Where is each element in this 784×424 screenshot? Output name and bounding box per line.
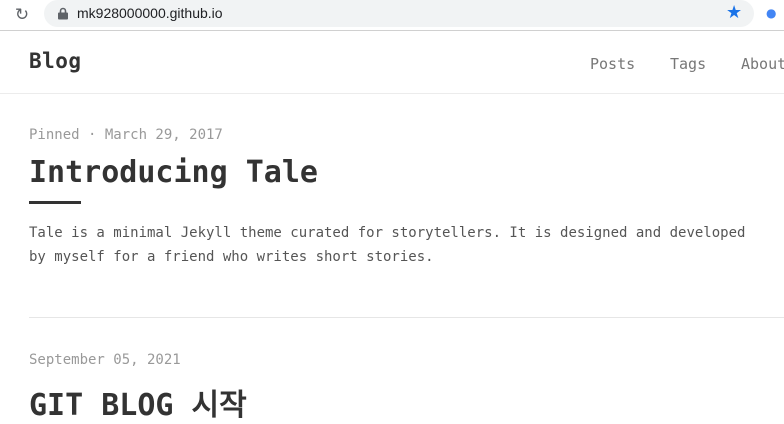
site-title[interactable]: Blog [29,49,82,73]
post-title[interactable]: Introducing Tale [29,155,318,190]
post-title[interactable]: GIT BLOG 시작 [29,380,247,424]
post-meta: Pinned · March 29, 2017 [29,127,223,143]
browser-toolbar: ↻ mk928000000.github.io ★ ● [0,0,784,30]
title-underline [29,201,81,204]
post-divider [29,317,784,318]
header-divider [0,93,784,94]
nav-about[interactable]: About [741,55,784,73]
url-text[interactable]: mk928000000.github.io [77,4,223,23]
nav-tags[interactable]: Tags [670,55,706,73]
reload-icon[interactable]: ↻ [12,5,32,25]
post-meta: September 05, 2021 [29,352,181,368]
extension-icon[interactable]: ● [766,4,784,24]
post-excerpt: Tale is a minimal Jekyll theme curated f… [29,225,746,265]
lock-icon[interactable] [57,7,69,20]
star-icon[interactable]: ★ [726,2,742,24]
site-header: Blog Posts Tags About [0,31,784,93]
nav-posts[interactable]: Posts [590,55,635,73]
address-bar[interactable]: mk928000000.github.io ★ [44,0,754,27]
